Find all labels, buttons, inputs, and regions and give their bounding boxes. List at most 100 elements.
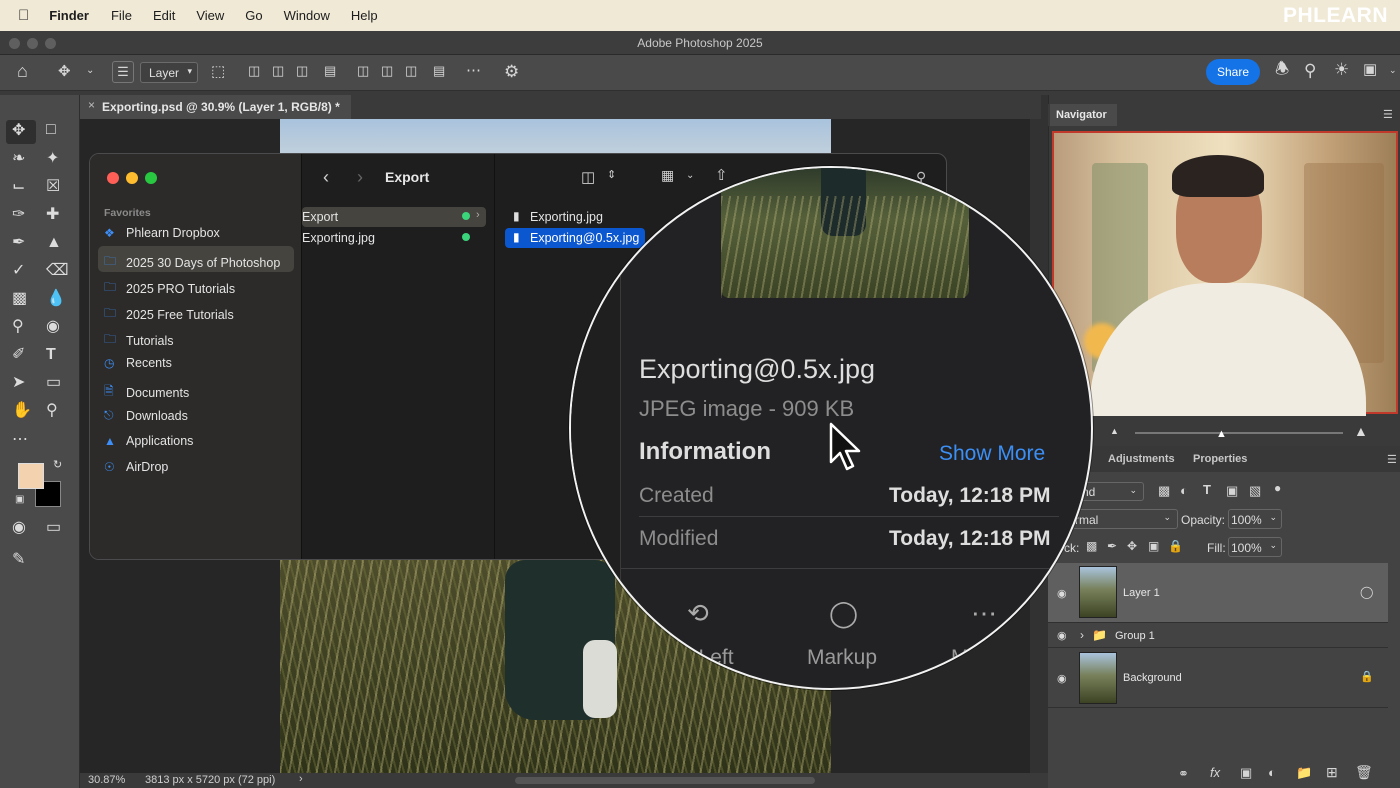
edit-toolbar-icon[interactable]: ✎ — [12, 552, 25, 568]
align-right-icon[interactable]: ◫ — [296, 64, 308, 77]
close-tab-icon[interactable]: × — [88, 98, 95, 112]
blur-tool-icon[interactable]: 💧 — [46, 291, 66, 307]
layer-row-layer-1[interactable]: ◉ Layer 1 ◯ — [1048, 563, 1388, 623]
sidebar-item-phlearn-dropbox[interactable]: ❖ Phlearn Dropbox — [104, 226, 220, 240]
lightbulb-icon[interactable]: ☀ — [1334, 61, 1349, 78]
align-center-icon[interactable]: ◫ — [272, 64, 284, 77]
move-tool-icon[interactable]: ✥ — [12, 123, 25, 139]
quick-mask-icon[interactable]: ◉ — [12, 520, 26, 536]
search-icon[interactable]: ⚲ — [916, 169, 926, 186]
zoom-slider-track[interactable] — [1135, 432, 1343, 434]
menu-window[interactable]: Window — [284, 8, 330, 23]
bell-icon[interactable]: 🕭 — [1275, 62, 1289, 78]
move-tool-icon[interactable]: ✥ — [58, 64, 71, 79]
pen-tool-icon[interactable]: ✐ — [12, 347, 25, 363]
menu-file[interactable]: File — [111, 8, 132, 23]
filter-toggle-icon[interactable]: ● — [1274, 482, 1281, 494]
markup-label[interactable]: Markup — [807, 646, 877, 670]
link-layers-icon[interactable]: ⚭ — [1178, 767, 1189, 780]
document-tab[interactable]: Exporting.psd @ 30.9% (Layer 1, RGB/8) * — [80, 95, 351, 119]
layer-name[interactable]: Group 1 — [1115, 630, 1155, 642]
zoom-slider-handle[interactable]: ▲ — [1216, 428, 1227, 440]
transform-controls-icon[interactable]: ⬚ — [211, 64, 225, 79]
menu-go[interactable]: Go — [245, 8, 262, 23]
distribute-vertical-icon[interactable]: ▤ — [433, 64, 445, 77]
dodge-tool-icon[interactable]: ⚲ — [12, 319, 24, 335]
filter-shape-icon[interactable]: ▣ — [1226, 484, 1238, 497]
apple-icon[interactable]:  — [18, 7, 29, 24]
zoom-out-icon[interactable]: ▲ — [1110, 426, 1119, 436]
zoom-tool-icon[interactable]: ⚲ — [46, 403, 58, 419]
distribute-icon[interactable]: ▤ — [324, 64, 336, 77]
column-item-exporting-jpg[interactable]: Exporting.jpg — [302, 231, 375, 245]
workspace-icon[interactable]: ▣ — [1363, 62, 1377, 77]
tab-navigator[interactable]: Navigator — [1050, 104, 1117, 126]
more-actions-icon[interactable]: ⋯ — [971, 598, 997, 629]
auto-select-layers-icon[interactable]: ☰ — [112, 61, 134, 83]
hand-tool-icon[interactable]: ✋ — [12, 403, 32, 419]
navigator-preview-webcam[interactable] — [1052, 131, 1398, 416]
rectangle-tool-icon[interactable]: ▭ — [46, 375, 61, 391]
frame-tool-icon[interactable]: ☒ — [46, 179, 60, 195]
magic-wand-icon[interactable]: ✦ — [46, 151, 59, 167]
sidebar-item-documents[interactable]: 🗎 Documents — [104, 382, 189, 403]
show-more-link[interactable]: Show More — [939, 442, 1045, 466]
chevron-down-icon[interactable]: ⌄ — [86, 66, 94, 76]
brush-tool-icon[interactable]: ✒ — [12, 235, 25, 251]
trash-icon[interactable]: 🗑 — [1355, 765, 1373, 779]
gear-icon[interactable]: ⚙ — [504, 63, 519, 80]
align-left-icon[interactable]: ◫ — [248, 64, 260, 77]
adjustment-layer-icon[interactable]: ◐ — [1268, 766, 1276, 779]
fx-icon[interactable]: fx — [1210, 766, 1220, 779]
sidebar-item-recents[interactable]: ◷ Recents — [104, 356, 172, 370]
panel-menu-icon[interactable]: ☰ — [1383, 108, 1393, 121]
layer-name[interactable]: Background — [1123, 672, 1182, 684]
align-top-icon[interactable]: ◫ — [357, 64, 369, 77]
opacity-field[interactable]: 100% ⌄ — [1228, 509, 1282, 529]
search-icon[interactable]: ⚲ — [1304, 62, 1316, 79]
chevron-right-icon[interactable]: › — [299, 773, 303, 785]
new-group-icon[interactable]: 📁 — [1296, 766, 1312, 779]
type-tool-icon[interactable]: T — [46, 347, 56, 363]
sidebar-item-applications[interactable]: ▲ Applications — [104, 434, 193, 448]
zoom-level[interactable]: 30.87% — [88, 774, 125, 786]
history-brush-icon[interactable]: ✓ — [12, 263, 25, 279]
tab-properties[interactable]: Properties — [1193, 453, 1247, 465]
eraser-icon[interactable]: ⌫ — [46, 263, 69, 279]
fill-field[interactable]: 100% ⌄ — [1228, 537, 1282, 557]
filter-smart-object-icon[interactable]: ▧ — [1249, 484, 1261, 497]
sidebar-item-downloads[interactable]: ⎋ Downloads — [104, 408, 188, 423]
zoom-window-button[interactable] — [145, 172, 157, 184]
menu-app-finder[interactable]: Finder — [49, 8, 89, 23]
filter-adjustment-icon[interactable]: ◐ — [1180, 484, 1188, 497]
lock-artboard-icon[interactable]: ▣ — [1148, 540, 1159, 552]
more-options-icon[interactable]: ⋯ — [466, 63, 481, 78]
align-bottom-icon[interactable]: ◫ — [405, 64, 417, 77]
screen-mode-icon[interactable]: ▭ — [46, 520, 61, 536]
layer-row-group-1[interactable]: ◉ › 📁 Group 1 — [1048, 623, 1388, 648]
healing-brush-icon[interactable]: ✚ — [46, 207, 59, 223]
sidebar-item-2025-pro-tutorials[interactable]: 🗀 2025 PRO Tutorials — [104, 278, 235, 299]
lock-all-icon[interactable]: 🔒 — [1168, 540, 1183, 552]
align-middle-icon[interactable]: ◫ — [381, 64, 393, 77]
share-button[interactable]: Share — [1206, 59, 1260, 85]
add-mask-icon[interactable]: ▣ — [1240, 766, 1252, 779]
tab-adjustments[interactable]: Adjustments — [1108, 453, 1175, 465]
filter-type-icon[interactable]: T — [1203, 483, 1211, 496]
close-window-button[interactable] — [107, 172, 119, 184]
swap-colors-icon[interactable]: ↻ — [53, 460, 62, 471]
sidebar-item-2025-free-tutorials[interactable]: 🗀 2025 Free Tutorials — [104, 304, 234, 325]
new-layer-icon[interactable]: ⊞ — [1326, 765, 1338, 779]
minimize-window-button[interactable] — [126, 172, 138, 184]
more-tools-icon[interactable]: ⋯ — [12, 432, 28, 448]
zoom-in-icon[interactable]: ▲ — [1354, 423, 1368, 439]
lasso-tool-icon[interactable]: ❧ — [12, 151, 25, 167]
horizontal-scrollbar[interactable] — [515, 777, 815, 784]
gradient-tool-icon[interactable]: ▩ — [12, 291, 27, 307]
eyedropper-icon[interactable]: ✑ — [12, 207, 25, 223]
menu-help[interactable]: Help — [351, 8, 378, 23]
auto-select-dropdown[interactable]: Layer ▾ — [140, 62, 198, 83]
sidebar-item-tutorials[interactable]: 🗀 Tutorials — [104, 330, 173, 351]
menu-view[interactable]: View — [196, 8, 224, 23]
menu-edit[interactable]: Edit — [153, 8, 175, 23]
